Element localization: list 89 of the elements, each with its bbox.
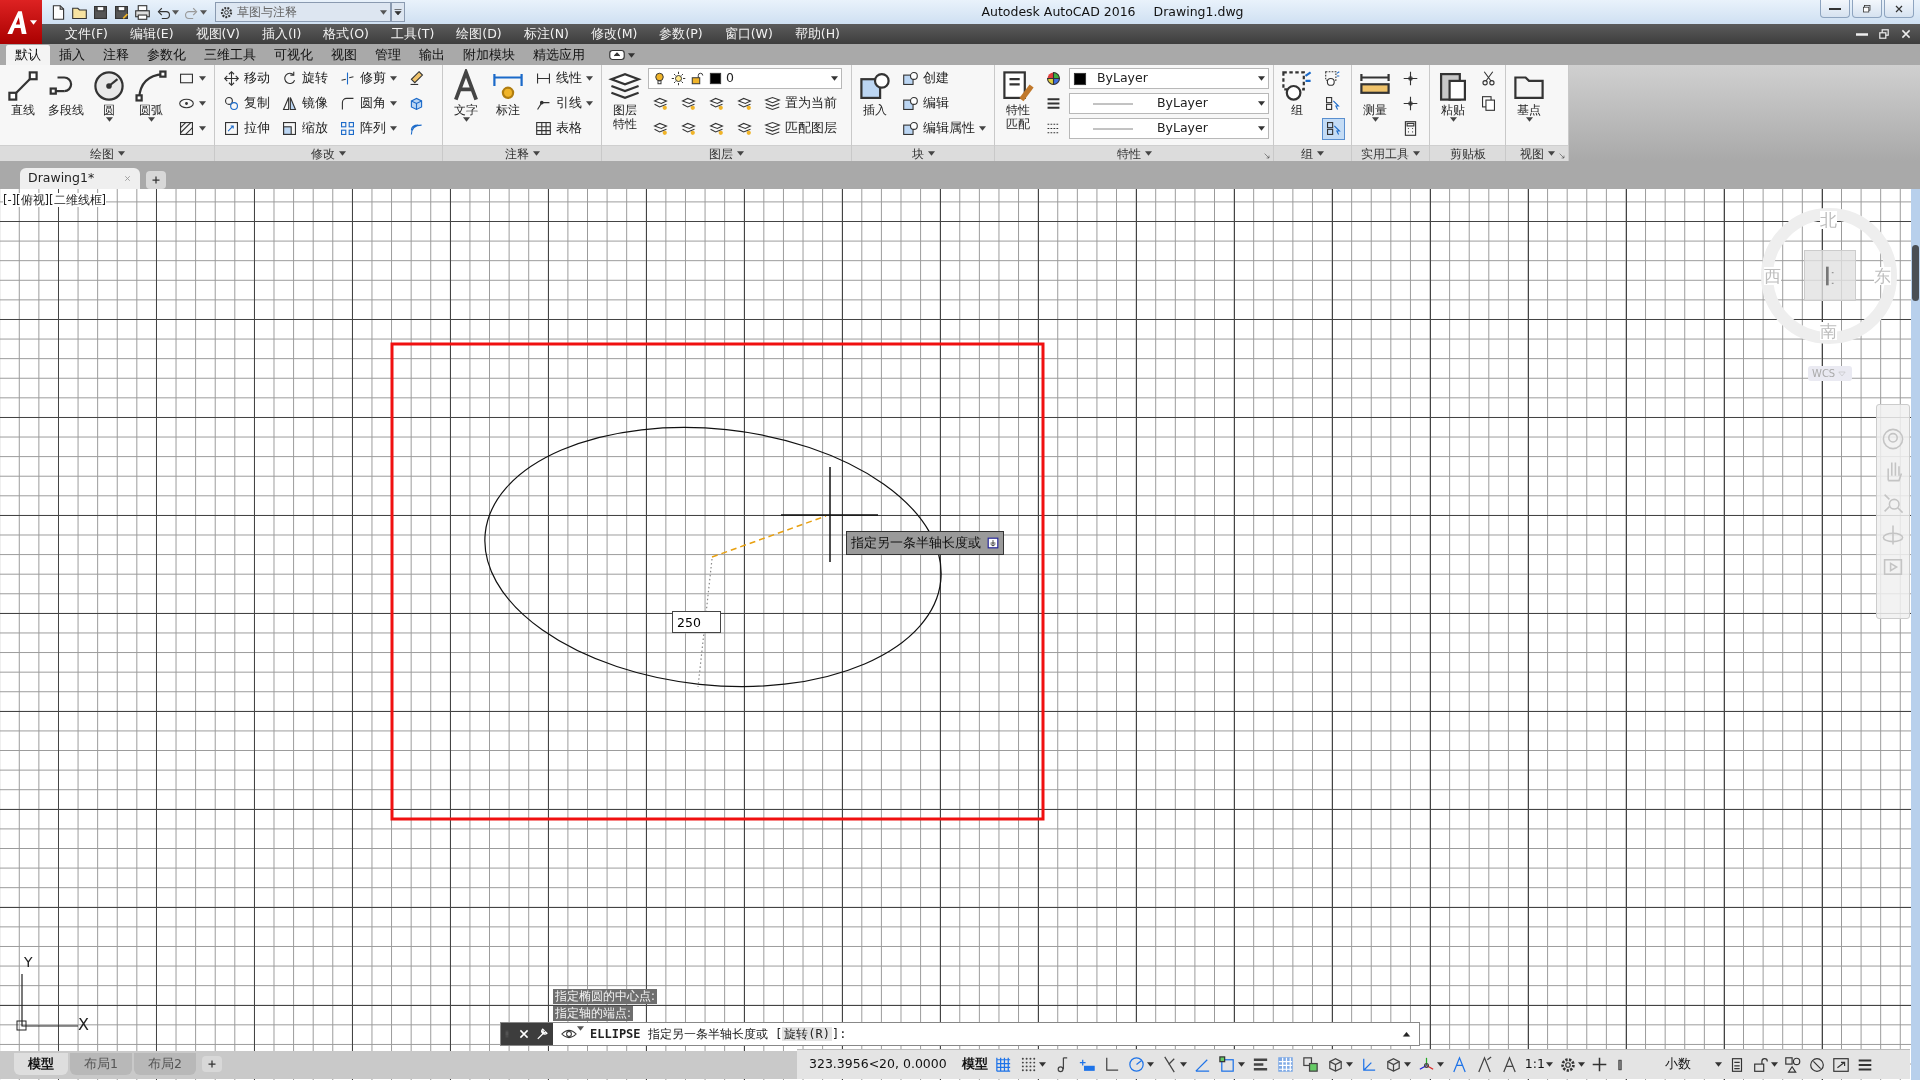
panel-title[interactable]: 特性	[1116, 146, 1152, 161]
tool-button[interactable]: 圆弧	[132, 67, 170, 143]
menu-item[interactable]: 参数(P)	[648, 24, 714, 44]
command-prompt: ELLIPSE 指定另一条半轴长度或 [ 旋转(R) ]:	[590, 1026, 847, 1043]
tool-button[interactable]: 粘贴	[1434, 67, 1472, 143]
ribbon-tab[interactable]: 可视化	[265, 45, 322, 65]
tool-button[interactable]: 圆角	[337, 92, 399, 115]
tool-button[interactable]: 线性	[533, 67, 595, 90]
ribbon-tab[interactable]: 精选应用	[524, 45, 594, 65]
menu-item[interactable]: 窗口(W)	[713, 24, 784, 44]
tool-button[interactable]: 文字	[447, 67, 485, 143]
tool-button[interactable]: 移动	[221, 67, 272, 90]
tool-button[interactable]: 编辑	[900, 92, 951, 115]
compass-label: 东	[1874, 267, 1891, 285]
ribbon-tab[interactable]: 附加模块	[454, 45, 524, 65]
document-title: Drawing1.dwg	[1153, 2, 1244, 21]
workspace-dropdown[interactable]: 草图与注释	[215, 2, 391, 22]
panel-title[interactable]: 修改	[311, 146, 346, 161]
app-title: Autodesk AutoCAD 2016	[981, 2, 1136, 21]
menu-item[interactable]: 帮助(H)	[783, 24, 851, 44]
model-space-button[interactable]: 模型	[960, 1051, 989, 1078]
tool-button[interactable]: 插入	[856, 67, 894, 143]
menu-item[interactable]: 文件(F)	[54, 24, 119, 44]
menu-item[interactable]: 视图(V)	[184, 24, 251, 44]
ribbon-tab[interactable]: 视图	[322, 45, 366, 65]
panel-title[interactable]: 实用工具	[1361, 146, 1420, 161]
tool-button[interactable]: 编辑属性	[900, 117, 988, 140]
property-dropdown[interactable]: ByLayer	[1069, 93, 1269, 114]
menu-item[interactable]: 格式(O)	[312, 24, 380, 44]
ribbon-tab[interactable]: 三维工具	[195, 45, 265, 65]
tool-button[interactable]: 置为当前	[762, 92, 839, 115]
ucs-x-label: X	[78, 1015, 89, 1034]
tool-button[interactable]: 匹配图层	[762, 117, 839, 140]
compass-label: 西	[1764, 267, 1781, 285]
ribbon-tab[interactable]: 管理	[366, 45, 410, 65]
units-dropdown[interactable]: 小数	[1612, 1051, 1723, 1078]
menu-item[interactable]: 修改(M)	[579, 24, 649, 44]
tool-button[interactable]: 引线	[533, 92, 595, 115]
tool-button[interactable]: 直线	[4, 67, 42, 143]
ribbon-tab[interactable]: 输出	[410, 45, 454, 65]
compass-label: 南	[1820, 322, 1837, 340]
annotation-scale-button[interactable]: 1:1	[1523, 1051, 1554, 1078]
panel-title[interactable]: 注释	[504, 146, 540, 161]
tool-button[interactable]: 创建	[900, 67, 951, 90]
tool-button[interactable]: 修剪	[337, 67, 399, 90]
tool-button[interactable]: 图层特性	[606, 67, 644, 143]
property-dropdown[interactable]: ByLayer	[1069, 118, 1269, 139]
tooltip-text: 指定另一条半轴长度或	[851, 533, 981, 552]
panel-title[interactable]: 绘图	[89, 146, 125, 161]
tool-button[interactable]: 复制	[221, 92, 272, 115]
option-link[interactable]: 旋转(R)	[782, 1027, 832, 1041]
menu-item[interactable]: 工具(T)	[379, 24, 446, 44]
document-tab[interactable]: Drawing1*	[20, 168, 140, 189]
layout-tab[interactable]: 布局1	[70, 1053, 132, 1075]
layout-tab[interactable]: 模型	[14, 1053, 68, 1075]
tool-button[interactable]: 缩放	[279, 117, 330, 140]
tool-button[interactable]: 镜像	[279, 92, 330, 115]
ucs-y-label: Y	[24, 954, 33, 970]
tool-button[interactable]: 组	[1278, 67, 1316, 143]
panel-title[interactable]: 视图	[1519, 146, 1555, 161]
menu-item[interactable]: 绘图(D)	[445, 24, 513, 44]
panel-title[interactable]: 剪贴板	[1449, 146, 1486, 161]
tool-button[interactable]: 旋转	[279, 67, 330, 90]
tool-button[interactable]: 特性匹配	[999, 67, 1037, 143]
compass-label: 北	[1820, 211, 1837, 229]
tool-button[interactable]: 标注	[489, 67, 527, 143]
ribbon-tab[interactable]: 参数化	[138, 45, 195, 65]
menu-item[interactable]: 编辑(E)	[118, 24, 185, 44]
layer-dropdown[interactable]: 0	[648, 68, 842, 89]
tool-button[interactable]: 表格	[533, 117, 584, 140]
ribbon-tab[interactable]: 插入	[50, 45, 94, 65]
dimension-input-field[interactable]: 250	[672, 611, 721, 633]
ribbon-tab[interactable]: 注释	[94, 45, 138, 65]
tool-button[interactable]: 圆	[90, 67, 128, 143]
tool-button[interactable]: 测量	[1356, 67, 1394, 143]
panel-title[interactable]: 图层	[709, 146, 744, 161]
layout-tab[interactable]: 布局2	[133, 1053, 196, 1075]
menu-item[interactable]: 插入(I)	[250, 24, 313, 44]
property-dropdown[interactable]: ByLayer	[1069, 68, 1269, 89]
tool-button[interactable]: 阵列	[337, 117, 399, 140]
panel-title[interactable]: 块	[911, 146, 935, 161]
tool-button[interactable]: 多段线	[46, 67, 86, 143]
tool-button[interactable]: 拉伸	[221, 117, 272, 140]
menu-item[interactable]: 标注(N)	[512, 24, 580, 44]
panel-title[interactable]: 组	[1301, 146, 1324, 161]
tool-button[interactable]: 基点	[1510, 67, 1548, 143]
ribbon-tab[interactable]: 默认	[6, 45, 50, 65]
coordinates-readout: 323.3956<20, 0.0000	[809, 1055, 947, 1074]
viewport-controls[interactable]: [-][俯视][二维线框]	[3, 193, 107, 207]
